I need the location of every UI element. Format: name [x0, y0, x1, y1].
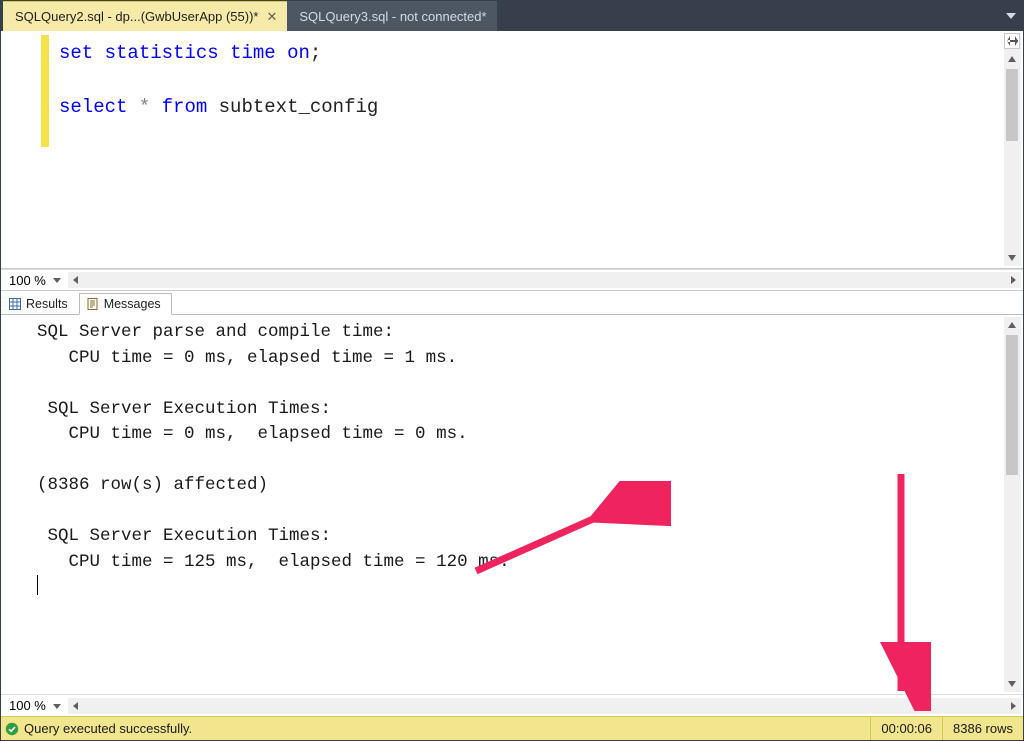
editor-zoom-bar: 100 %	[1, 269, 1023, 291]
tab-overflow-dropdown[interactable]	[999, 1, 1023, 31]
scroll-down-icon[interactable]	[1004, 676, 1020, 692]
tab-messages[interactable]: Messages	[79, 293, 172, 315]
scroll-down-icon[interactable]	[1004, 250, 1020, 266]
scroll-thumb[interactable]	[1006, 69, 1018, 141]
modified-indicator-bar	[41, 35, 49, 147]
editor-horizontal-scrollbar[interactable]	[68, 272, 1021, 288]
chevron-down-icon	[52, 275, 62, 285]
tab-sqlquery2[interactable]: SQLQuery2.sql - dp...(GwbUserApp (55))* …	[3, 1, 287, 31]
messages-output[interactable]: SQL Server parse and compile time: CPU t…	[37, 320, 993, 602]
page-icon	[87, 298, 99, 310]
messages-zoom-bar: 100 %	[1, 694, 1023, 716]
scroll-right-icon[interactable]	[1005, 272, 1021, 288]
document-tab-strip: SQLQuery2.sql - dp...(GwbUserApp (55))* …	[1, 1, 1023, 31]
scroll-left-icon[interactable]	[68, 698, 84, 714]
messages-vertical-scrollbar[interactable]	[1004, 317, 1021, 692]
status-text: Query executed successfully.	[24, 721, 192, 736]
messages-label: Messages	[104, 297, 161, 311]
sql-editor-pane: set statistics time on; select * from su…	[1, 31, 1023, 269]
tab-sqlquery3[interactable]: SQLQuery3.sql - not connected*	[287, 1, 496, 31]
status-rows: 8386 rows	[942, 717, 1023, 740]
messages-horizontal-scrollbar[interactable]	[68, 698, 1021, 714]
messages-pane: SQL Server parse and compile time: CPU t…	[1, 315, 1023, 694]
zoom-value: 100 %	[9, 273, 46, 288]
tab-label: SQLQuery2.sql - dp...(GwbUserApp (55))*	[15, 9, 258, 24]
tab-results[interactable]: Results	[1, 293, 79, 315]
zoom-dropdown[interactable]: 100 %	[1, 698, 66, 713]
result-tab-strip: Results Messages	[1, 291, 1023, 315]
zoom-value: 100 %	[9, 698, 46, 713]
zoom-dropdown[interactable]: 100 %	[1, 273, 66, 288]
chevron-down-icon	[52, 701, 62, 711]
scroll-up-icon[interactable]	[1004, 51, 1020, 67]
status-elapsed: 00:00:06	[870, 717, 942, 740]
status-bar: Query executed successfully. 00:00:06 83…	[1, 716, 1023, 740]
close-icon[interactable]: ✕	[266, 10, 277, 23]
sql-editor[interactable]: set statistics time on; select * from su…	[59, 40, 987, 121]
scroll-right-icon[interactable]	[1005, 698, 1021, 714]
scroll-thumb[interactable]	[1006, 335, 1018, 475]
tab-label: SQLQuery3.sql - not connected*	[299, 9, 486, 24]
split-view-handle-icon[interactable]	[1004, 33, 1020, 49]
check-circle-icon	[5, 722, 19, 736]
table-icon	[9, 298, 21, 310]
editor-vertical-scrollbar[interactable]	[1004, 33, 1021, 266]
scroll-left-icon[interactable]	[68, 272, 84, 288]
scroll-up-icon[interactable]	[1004, 317, 1020, 333]
results-label: Results	[26, 297, 68, 311]
